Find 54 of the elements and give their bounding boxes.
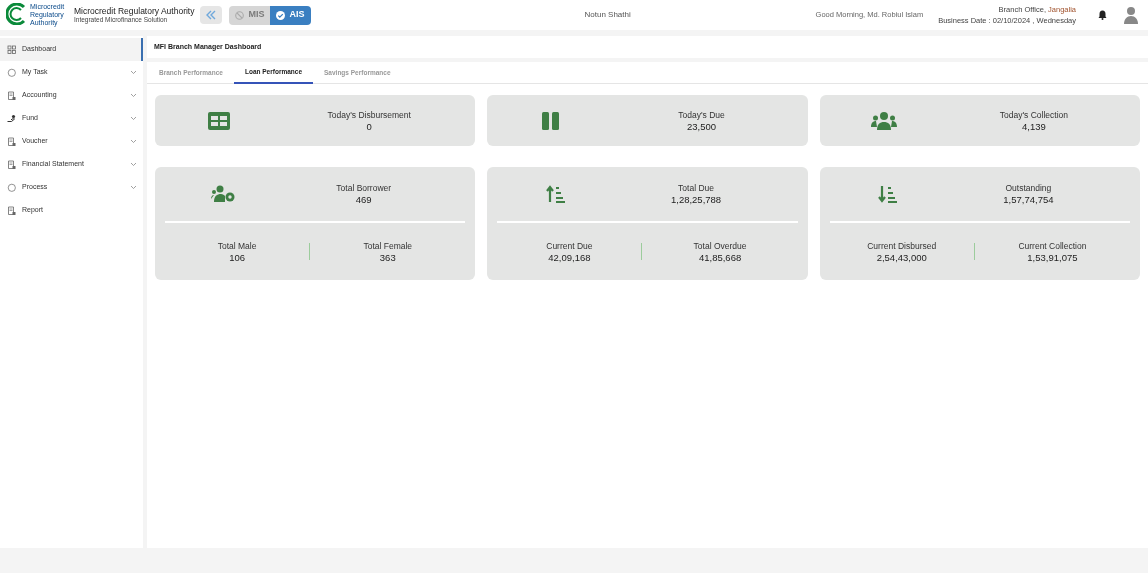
stat-label: Outstanding	[1005, 182, 1052, 194]
org-name: Microcredit Regulatory Authority	[74, 5, 195, 17]
stat-value: 363	[379, 251, 396, 264]
stat-label: Today's Disbursement	[327, 108, 411, 121]
app-name: Notun Shathi	[584, 9, 631, 21]
chevron-down-icon	[130, 70, 137, 75]
stat-label: Current Collection	[1018, 239, 1087, 252]
stat-value: 1,57,74,754	[1003, 194, 1054, 206]
document-icon	[7, 159, 17, 170]
chevron-down-icon	[130, 139, 137, 144]
chevron-down-icon	[130, 93, 137, 98]
stat-label: Total Overdue	[693, 239, 747, 252]
sort-arrow-up-icon	[545, 185, 566, 203]
logo-rings-icon	[6, 3, 28, 25]
document-icon	[7, 136, 17, 147]
stat-value: 106	[229, 251, 245, 264]
users-gear-icon	[211, 185, 237, 203]
document-icon	[7, 90, 17, 101]
collapse-button[interactable]	[200, 6, 223, 24]
stat-label: Today's Due	[678, 108, 725, 121]
stat-value: 1,53,91,075	[1027, 251, 1078, 264]
notification-bell-icon[interactable]	[1098, 10, 1107, 20]
stat-value: 1,28,25,788	[670, 194, 722, 206]
stat-value: 0	[366, 120, 372, 133]
stat-label: Current Due	[546, 239, 593, 252]
chevron-down-icon	[130, 116, 137, 121]
mode-toggle[interactable]: AIS	[270, 5, 311, 25]
chevron-down-icon	[130, 162, 137, 167]
circle-icon	[7, 182, 17, 193]
blocked-circle-icon	[235, 10, 245, 20]
stat-label: Total Male	[217, 239, 257, 252]
grid-icon	[7, 44, 17, 55]
stat-value: 2,54,43,000	[876, 251, 927, 264]
chevron-down-icon	[130, 185, 137, 190]
sort-arrow-down-icon	[878, 185, 899, 203]
stat-label: Today's Collection	[999, 108, 1068, 121]
stat-label: Total Due	[678, 182, 714, 194]
circle-icon	[7, 67, 17, 78]
user-group-icon	[870, 111, 897, 130]
stat-value: 42,09,168	[548, 251, 591, 264]
stat-value: 23,500	[687, 120, 717, 133]
stat-label: Total Borrower	[336, 182, 392, 194]
document-icon	[7, 205, 17, 216]
stat-label: Total Female	[363, 239, 413, 252]
stat-label: Current Disbursed	[867, 239, 937, 252]
stat-value: 4,139	[1022, 120, 1046, 133]
hand-coin-icon	[7, 113, 17, 124]
double-chevron-left-icon	[205, 10, 218, 20]
table-icon	[208, 111, 231, 130]
stat-value: 469	[355, 194, 372, 206]
stat-value: 41,85,668	[698, 251, 742, 264]
check-circle-icon	[276, 10, 286, 20]
user-avatar-icon[interactable]	[1124, 6, 1138, 24]
pause-icon	[542, 111, 561, 130]
